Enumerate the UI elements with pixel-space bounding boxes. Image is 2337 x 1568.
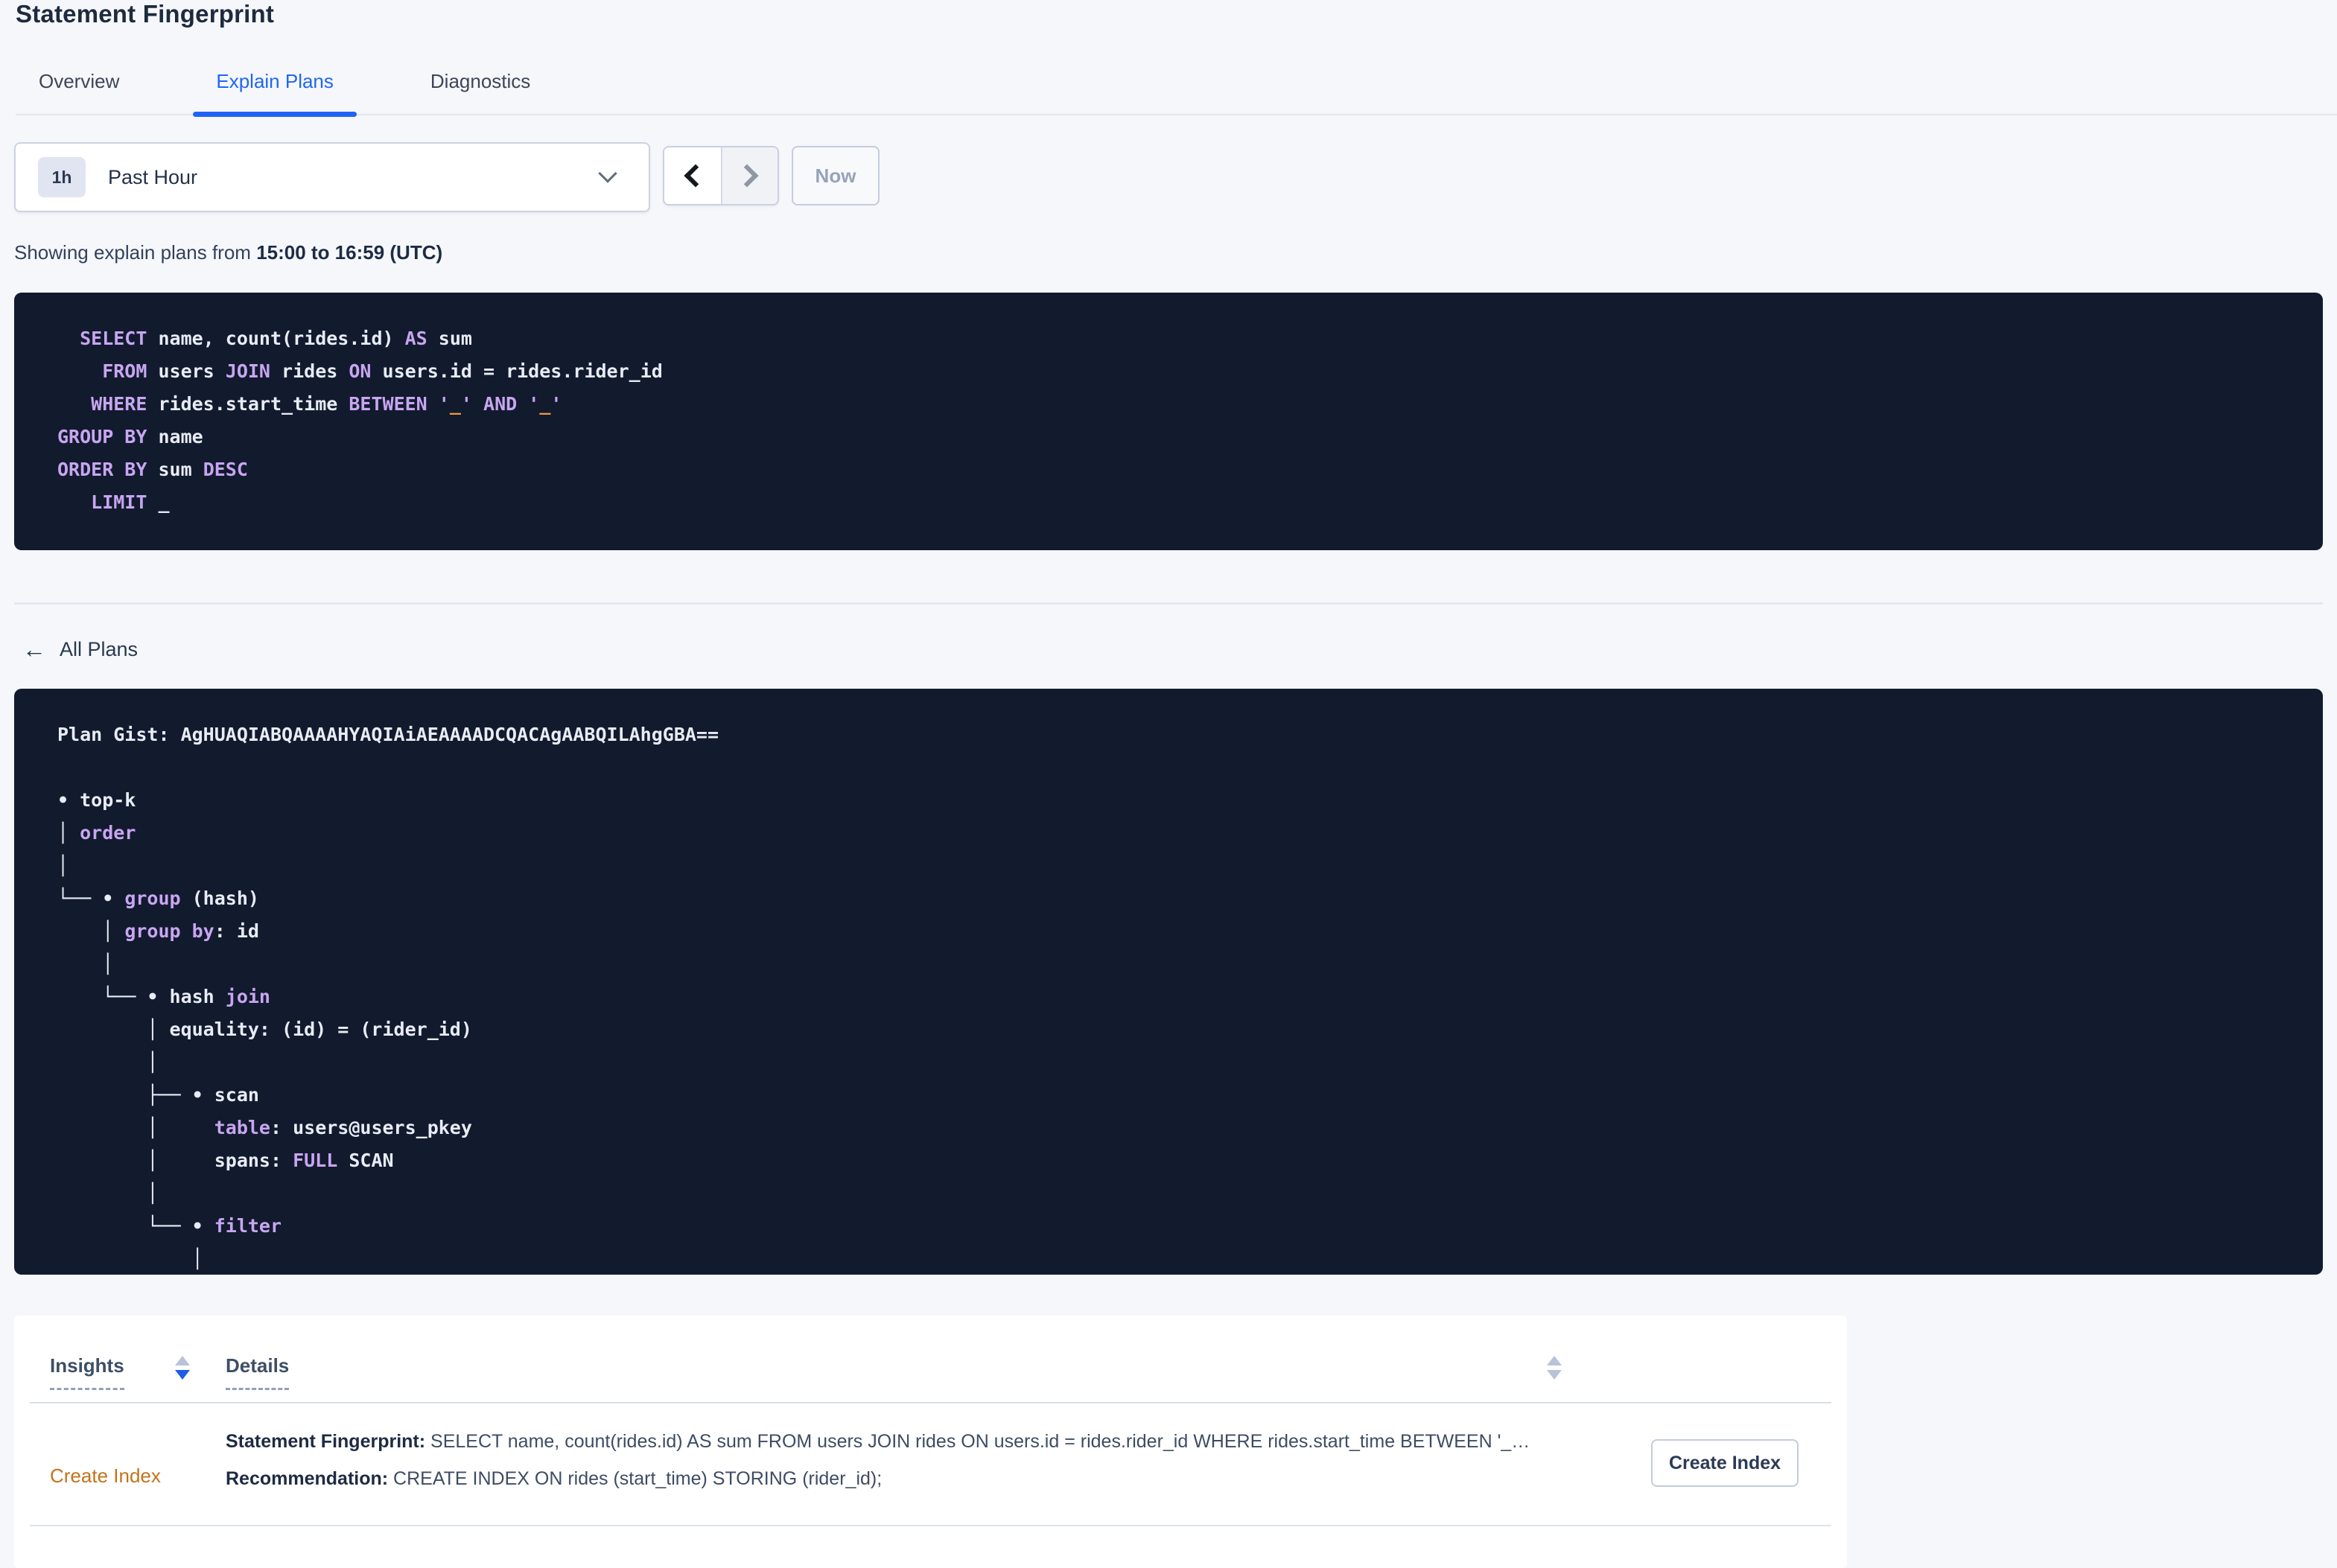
- chevron-down-icon: [598, 164, 617, 183]
- page-title: Statement Fingerprint: [16, 0, 275, 28]
- column-header-details[interactable]: Details: [226, 1354, 290, 1390]
- statement-fingerprint-line: Statement Fingerprint: SELECT name, coun…: [226, 1423, 1641, 1460]
- interval-badge: 1h: [38, 157, 86, 197]
- chevron-left-icon: [684, 164, 708, 188]
- sort-desc-icon: [175, 1370, 190, 1380]
- all-plans-label: All Plans: [60, 637, 139, 660]
- table-header-divider: [30, 1402, 1831, 1403]
- insights-table-card: Insights Details Create Index Statement …: [14, 1316, 1847, 1568]
- chevron-right-icon: [735, 164, 759, 188]
- sort-asc-icon: [175, 1356, 190, 1365]
- sort-icon-insights[interactable]: [175, 1356, 190, 1380]
- time-pager: [663, 146, 779, 205]
- column-header-insights[interactable]: Insights: [50, 1354, 124, 1390]
- showing-range-text: Showing explain plans from 15:00 to 16:5…: [14, 241, 442, 264]
- prev-interval-button[interactable]: [664, 147, 721, 204]
- arrow-left-icon: ←: [22, 636, 46, 663]
- recommendation-text: CREATE INDEX ON rides (start_time) STORI…: [388, 1468, 883, 1489]
- statement-fingerprint-text: SELECT name, count(rides.id) AS sum FROM…: [425, 1431, 1530, 1452]
- recommendation-line: Recommendation: CREATE INDEX ON rides (s…: [226, 1460, 1641, 1497]
- all-plans-link[interactable]: ← All Plans: [22, 637, 138, 661]
- table-row-divider: [30, 1525, 1831, 1526]
- time-controls: 1h Past Hour Now: [14, 142, 880, 212]
- insight-details-cell: Statement Fingerprint: SELECT name, coun…: [226, 1423, 1641, 1497]
- tab-bar: Overview Explain Plans Diagnostics: [16, 70, 2337, 117]
- sql-fingerprint-block: SELECT name, count(rides.id) AS sum FROM…: [14, 293, 2323, 550]
- tab-explain-plans[interactable]: Explain Plans: [193, 70, 357, 117]
- tab-overview[interactable]: Overview: [16, 70, 142, 114]
- insight-create-index-link[interactable]: Create Index: [50, 1465, 161, 1488]
- sort-icon-details[interactable]: [1547, 1356, 1562, 1380]
- sort-asc-icon: [1547, 1356, 1562, 1365]
- section-divider: [14, 602, 2323, 605]
- next-interval-button[interactable]: [721, 147, 778, 204]
- now-button[interactable]: Now: [792, 146, 880, 205]
- time-range-dropdown[interactable]: 1h Past Hour: [14, 142, 650, 212]
- create-index-button[interactable]: Create Index: [1651, 1439, 1799, 1487]
- plan-gist-block: Plan Gist: AgHUAQIABQAAAAHYAQIAiAEAAAADC…: [14, 689, 2323, 1275]
- showing-prefix: Showing explain plans from: [14, 241, 257, 264]
- time-range-label: Past Hour: [108, 165, 198, 188]
- statement-fingerprint-label: Statement Fingerprint:: [226, 1431, 426, 1452]
- sort-desc-icon: [1547, 1370, 1562, 1380]
- recommendation-label: Recommendation:: [226, 1468, 389, 1489]
- showing-range: 15:00 to 16:59 (UTC): [256, 241, 443, 264]
- tab-diagnostics[interactable]: Diagnostics: [407, 70, 553, 114]
